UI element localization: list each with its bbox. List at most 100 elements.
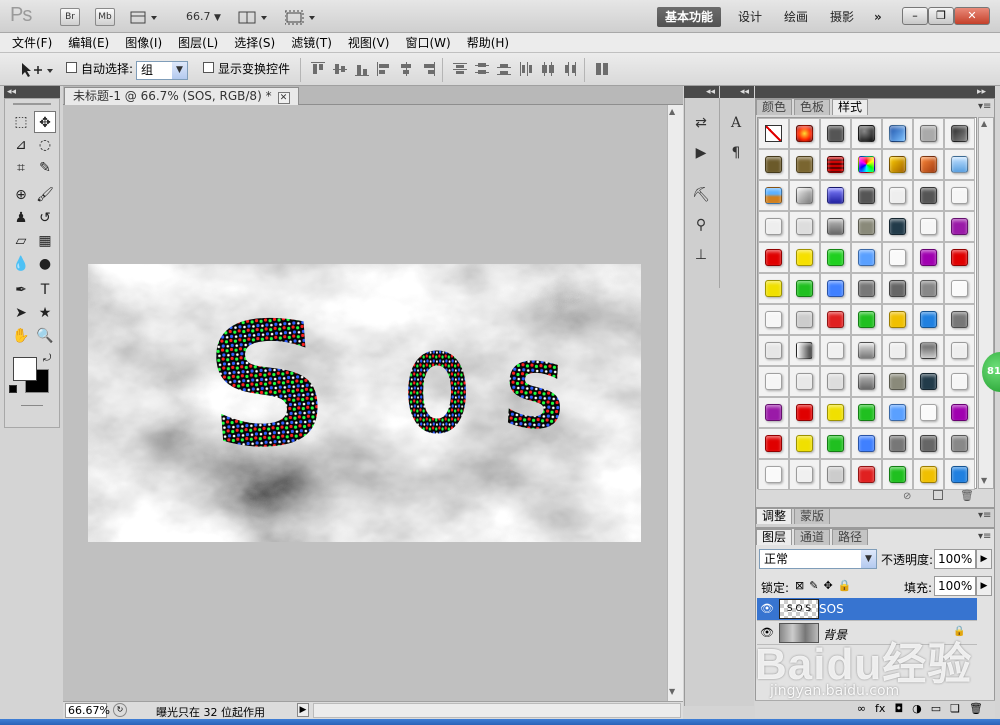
style-swatch[interactable] xyxy=(851,304,882,335)
character-panel-icon[interactable]: A xyxy=(725,112,747,134)
style-swatch[interactable] xyxy=(851,335,882,366)
collapse-icon[interactable]: ◂◂ xyxy=(7,87,16,97)
document-tab[interactable]: 未标题-1 @ 66.7% (SOS, RGB/8) * ✕ xyxy=(64,87,299,105)
history-panel-icon[interactable]: ⇄ xyxy=(690,112,712,134)
view-extras-button[interactable] xyxy=(130,10,160,26)
tab-layers[interactable]: 图层 xyxy=(756,529,793,545)
mini-bridge-button[interactable]: Mb xyxy=(95,8,115,26)
clone-stamp-tool-icon[interactable]: ♟ xyxy=(10,207,32,229)
style-swatch[interactable] xyxy=(758,304,789,335)
style-swatch[interactable] xyxy=(913,459,944,490)
style-swatch[interactable] xyxy=(851,397,882,428)
style-swatch[interactable] xyxy=(882,459,913,490)
fill-slider-arrow-icon[interactable]: ▶ xyxy=(976,576,992,596)
style-swatch[interactable] xyxy=(944,242,975,273)
style-swatch[interactable] xyxy=(851,211,882,242)
style-swatch[interactable] xyxy=(913,304,944,335)
panel-menu-icon[interactable]: ▾≡ xyxy=(978,510,991,521)
eyedropper-tool-icon[interactable]: ✎ xyxy=(34,157,56,179)
distribute-hcenter-icon[interactable] xyxy=(540,61,556,77)
style-swatch[interactable] xyxy=(851,118,882,149)
style-swatch[interactable] xyxy=(789,335,820,366)
menu-filter[interactable]: 滤镜(T) xyxy=(291,34,332,51)
style-swatch[interactable] xyxy=(882,118,913,149)
minimize-icon[interactable]: – xyxy=(902,7,928,25)
style-swatch[interactable] xyxy=(820,335,851,366)
tab-styles[interactable]: 样式 xyxy=(832,99,869,115)
style-swatch[interactable] xyxy=(944,397,975,428)
opacity-input[interactable]: 100% xyxy=(934,549,976,569)
gradient-tool-icon[interactable]: ▦ xyxy=(34,230,56,252)
arrange-documents-button[interactable] xyxy=(238,10,272,26)
default-colors-icon[interactable] xyxy=(9,385,17,393)
scroll-up-icon[interactable]: ▲ xyxy=(669,107,675,116)
blur-tool-icon[interactable]: 💧 xyxy=(10,253,32,275)
pen-tool-icon[interactable]: ✒ xyxy=(10,279,32,301)
style-swatch[interactable] xyxy=(789,304,820,335)
style-swatch[interactable] xyxy=(944,149,975,180)
style-swatch[interactable] xyxy=(758,211,789,242)
screen-mode-button[interactable] xyxy=(284,10,319,26)
style-swatch[interactable] xyxy=(851,180,882,211)
style-swatch[interactable] xyxy=(913,242,944,273)
style-swatch[interactable] xyxy=(758,397,789,428)
style-swatch[interactable] xyxy=(820,180,851,211)
layer-style-icon[interactable]: fx xyxy=(875,701,885,718)
menu-layer[interactable]: 图层(L) xyxy=(178,34,218,51)
align-top-icon[interactable] xyxy=(310,61,326,77)
quick-mask-icon[interactable] xyxy=(21,405,43,407)
style-swatch[interactable] xyxy=(789,180,820,211)
add-mask-icon[interactable]: ◘ xyxy=(894,701,903,718)
quick-selection-tool-icon[interactable]: ◌ xyxy=(34,134,56,156)
status-info-icon[interactable]: ↻ xyxy=(113,703,127,717)
style-swatch[interactable] xyxy=(820,459,851,490)
lock-all-icon[interactable]: 🔒 xyxy=(838,579,852,592)
style-swatch[interactable] xyxy=(851,428,882,459)
marquee-tool-icon[interactable]: ⬚ xyxy=(10,111,32,133)
style-swatch[interactable] xyxy=(758,366,789,397)
show-transform-checkbox[interactable] xyxy=(203,62,214,76)
style-swatch[interactable] xyxy=(758,242,789,273)
style-swatch[interactable] xyxy=(789,149,820,180)
new-group-icon[interactable]: ▭ xyxy=(931,701,941,718)
status-zoom[interactable]: 66.67% xyxy=(65,703,110,718)
style-swatch[interactable] xyxy=(851,149,882,180)
new-style-icon[interactable] xyxy=(933,490,943,500)
tab-paths[interactable]: 路径 xyxy=(832,529,869,545)
tab-channels[interactable]: 通道 xyxy=(794,529,831,545)
align-hcenter-icon[interactable] xyxy=(398,61,414,77)
style-swatch[interactable] xyxy=(882,273,913,304)
restore-icon[interactable]: ❐ xyxy=(928,7,954,25)
tab-masks[interactable]: 蒙版 xyxy=(794,508,831,524)
workspace-design[interactable]: 设计 xyxy=(730,7,770,27)
more-workspaces-button[interactable]: » xyxy=(866,7,890,27)
align-vcenter-icon[interactable] xyxy=(332,61,348,77)
menu-help[interactable]: 帮助(H) xyxy=(467,34,509,51)
style-swatch[interactable] xyxy=(882,335,913,366)
style-swatch[interactable] xyxy=(913,335,944,366)
style-swatch[interactable] xyxy=(913,397,944,428)
clear-style-icon[interactable]: ⊘ xyxy=(903,491,911,502)
style-swatch[interactable] xyxy=(882,366,913,397)
style-swatch[interactable] xyxy=(882,304,913,335)
lock-position-icon[interactable]: ✥ xyxy=(823,579,832,592)
style-swatch[interactable] xyxy=(944,180,975,211)
distribute-vcenter-icon[interactable] xyxy=(474,61,490,77)
style-swatch[interactable] xyxy=(913,149,944,180)
style-swatch[interactable] xyxy=(820,242,851,273)
close-icon[interactable]: ✕ xyxy=(954,7,990,25)
style-swatch[interactable] xyxy=(789,397,820,428)
distribute-left-icon[interactable] xyxy=(518,61,534,77)
menu-window[interactable]: 窗口(W) xyxy=(405,34,450,51)
style-swatch[interactable] xyxy=(913,428,944,459)
align-bottom-icon[interactable] xyxy=(354,61,370,77)
align-left-icon[interactable] xyxy=(376,61,392,77)
style-swatch[interactable] xyxy=(820,273,851,304)
workspace-essentials[interactable]: 基本功能 xyxy=(657,7,722,27)
blend-mode-dropdown[interactable]: 正常 ▼ xyxy=(759,549,877,569)
style-swatch[interactable] xyxy=(944,335,975,366)
collapse-right-icon[interactable]: ▸▸ xyxy=(977,87,986,97)
actions-panel-icon[interactable]: ▶ xyxy=(690,142,712,164)
style-swatch[interactable] xyxy=(882,149,913,180)
style-swatch[interactable] xyxy=(789,242,820,273)
